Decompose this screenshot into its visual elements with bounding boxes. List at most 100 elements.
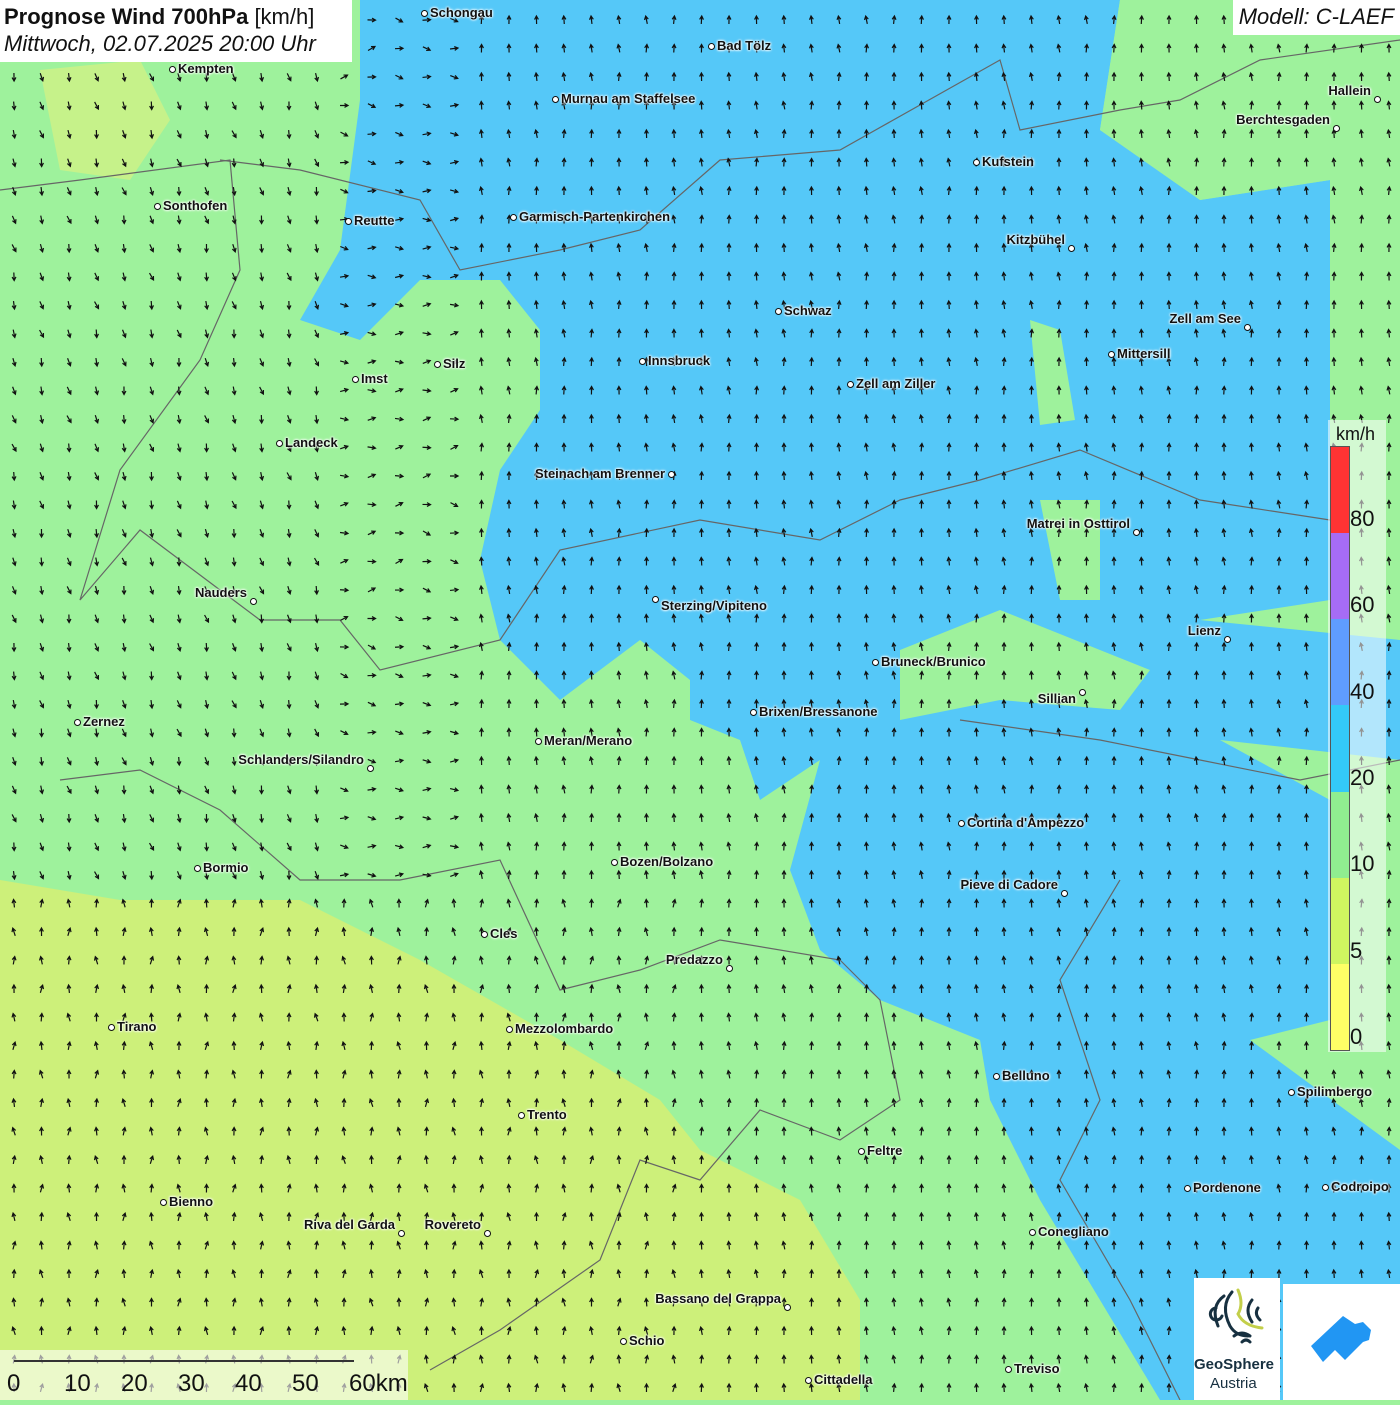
city-label: Codroipo: [1331, 1179, 1389, 1194]
city-marker: [749, 708, 757, 716]
city-label: Kitzbühel: [1006, 232, 1066, 247]
city-label: Spilimbergo: [1297, 1084, 1373, 1099]
city-marker: [783, 1303, 791, 1311]
city-marker: [1132, 528, 1140, 536]
city-marker: [344, 217, 352, 225]
legend-label: 20: [1350, 764, 1375, 790]
scale-label: 0: [7, 1370, 21, 1397]
city-label: Riva del Garda: [303, 1217, 395, 1232]
city-label: Pieve di Cadore: [960, 877, 1058, 892]
city-marker: [433, 360, 441, 368]
scale-label: 10: [64, 1370, 91, 1397]
city-marker: [1243, 323, 1251, 331]
scale-bar: 0 10 20 30 40 50 60km: [0, 1350, 408, 1400]
city-marker: [168, 65, 176, 73]
city-label: Schongau: [430, 5, 493, 20]
city-marker: [1321, 1183, 1329, 1191]
city-label: Sillian: [1037, 691, 1076, 706]
legend-swatch: [1331, 963, 1349, 1050]
city-label: Steinach am Brenner: [534, 466, 665, 481]
legend-swatch: [1331, 791, 1349, 878]
city-label: Schwaz: [784, 303, 832, 318]
city-label: Bienno: [169, 1194, 214, 1209]
city-marker: [610, 858, 618, 866]
city-label: Silz: [443, 356, 466, 371]
legend-label: 5: [1350, 937, 1363, 963]
city-marker: [972, 158, 980, 166]
legend-label: 60: [1350, 592, 1375, 618]
city-label: Bozen/Bolzano: [620, 854, 714, 869]
city-label: Kempten: [178, 61, 234, 76]
city-marker: [1004, 1365, 1012, 1373]
city-marker: [73, 718, 81, 726]
city-marker: [1060, 889, 1068, 897]
city-marker: [1287, 1088, 1295, 1096]
legend-swatch: [1331, 705, 1349, 792]
city-marker: [667, 470, 675, 478]
city-label: Mittersill: [1117, 346, 1171, 361]
map-title: Prognose Wind 700hPa [km/h]: [4, 4, 315, 29]
city-marker: [1332, 124, 1340, 132]
city-marker: [1028, 1228, 1036, 1236]
city-label: Bassano del Grappa: [655, 1291, 781, 1306]
city-label: Zernez: [83, 714, 125, 729]
scale-label: 60km: [349, 1370, 408, 1397]
city-marker: [1223, 635, 1231, 643]
title-box: Prognose Wind 700hPa [km/h] Mittwoch, 02…: [0, 0, 352, 62]
city-label: Sonthofen: [163, 198, 228, 213]
city-label: Matrei in Osttirol: [1026, 516, 1130, 531]
city-marker: [159, 1198, 167, 1206]
legend-label: 80: [1350, 506, 1375, 531]
city-label: Cles: [490, 926, 518, 941]
city-label: Reutte: [354, 213, 395, 228]
city-marker: [275, 439, 283, 447]
forecast-datetime: Mittwoch, 02.07.2025 20:00 Uhr: [4, 31, 316, 56]
city-label: Hallein: [1328, 83, 1371, 98]
city-marker: [366, 764, 374, 772]
city-label: Schlanders/Silandro: [238, 752, 364, 767]
scale-label: 20: [121, 1370, 148, 1397]
city-marker: [619, 1337, 627, 1345]
city-marker: [107, 1023, 115, 1031]
city-label: Zell am See: [1169, 311, 1241, 326]
city-marker: [1078, 688, 1086, 696]
city-label: Feltre: [867, 1143, 903, 1158]
city-label: Bruneck/Brunico: [881, 654, 986, 669]
brand-mountain-icon: [1311, 1316, 1371, 1362]
city-label: Trento: [527, 1107, 567, 1122]
city-label: Imst: [361, 371, 388, 386]
city-marker: [1373, 95, 1381, 103]
city-label: Treviso: [1014, 1361, 1060, 1376]
city-label: Meran/Merano: [544, 733, 633, 748]
city-marker: [397, 1229, 405, 1237]
legend-unit: km/h: [1336, 424, 1376, 444]
legend-swatch: [1331, 877, 1349, 964]
city-label: Bad Tölz: [717, 38, 772, 53]
legend-label: 0: [1350, 1023, 1363, 1049]
model-label: Modell: C-LAEF: [1232, 0, 1400, 35]
city-marker: [1183, 1184, 1191, 1192]
city-marker: [351, 375, 359, 383]
scale-label: 30: [178, 1370, 205, 1397]
city-marker: [505, 1025, 513, 1033]
city-label: Rovereto: [424, 1217, 481, 1232]
city-marker: [992, 1072, 1000, 1080]
city-marker: [871, 658, 879, 666]
city-label: Berchtesgaden: [1236, 112, 1330, 127]
city-label: Landeck: [285, 435, 338, 450]
city-marker: [483, 1229, 491, 1237]
city-label: Schio: [629, 1333, 665, 1348]
city-label: Lienz: [1187, 623, 1221, 638]
city-marker: [846, 380, 854, 388]
geosphere-austria-logo: GeoSphere Austria: [1194, 1278, 1280, 1400]
city-marker: [480, 930, 488, 938]
geosphere-icon: [1208, 1288, 1264, 1344]
city-marker: [249, 597, 257, 605]
city-marker: [1107, 350, 1115, 358]
city-marker: [804, 1376, 812, 1384]
legend-label: 40: [1350, 678, 1375, 704]
city-label: Zell am Ziller: [856, 376, 936, 391]
scale-label: 50: [292, 1370, 319, 1397]
legend-swatch: [1331, 619, 1349, 706]
city-label: Nauders: [194, 585, 247, 600]
